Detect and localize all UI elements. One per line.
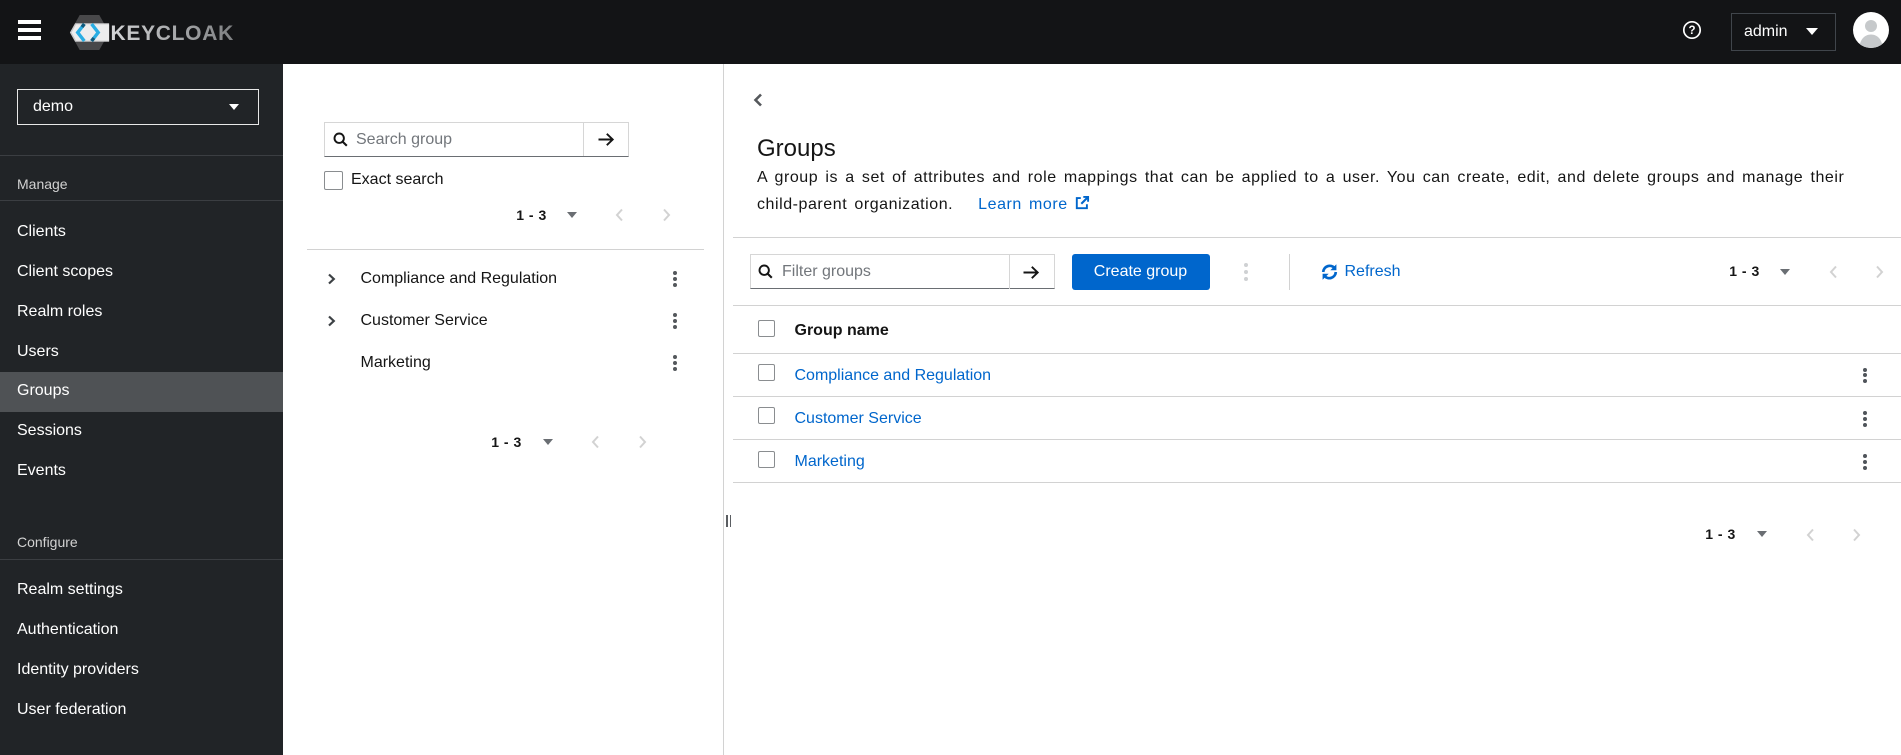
svg-text:KEYCLOAK: KEYCLOAK (111, 22, 234, 45)
svg-text:?: ? (1688, 25, 1695, 37)
